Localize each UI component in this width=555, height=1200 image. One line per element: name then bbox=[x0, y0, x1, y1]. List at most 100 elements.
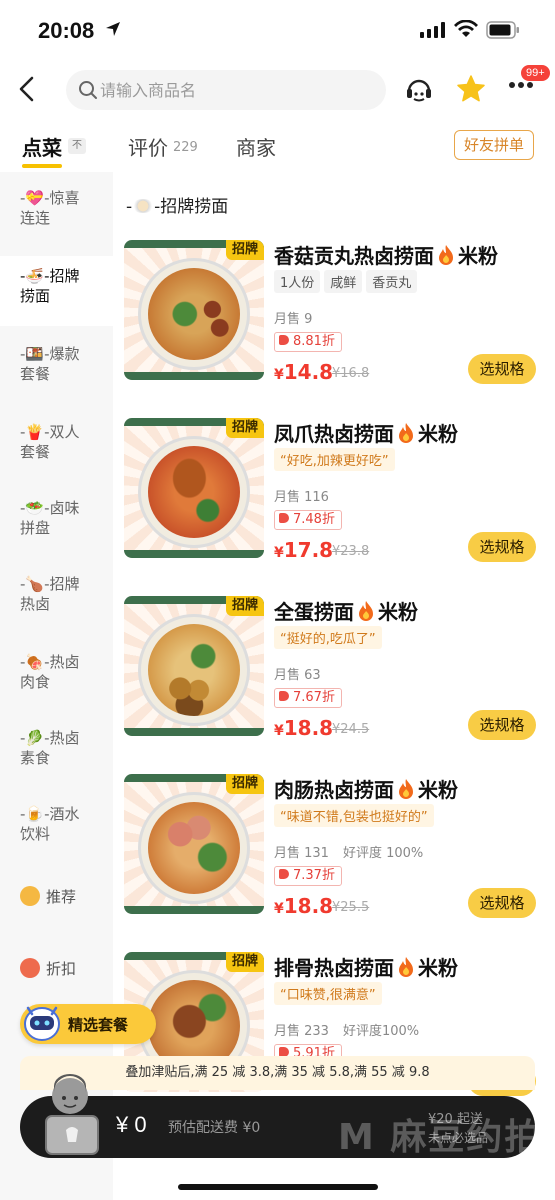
monthly-sales: 月售 116 bbox=[274, 490, 329, 505]
cellular-signal-icon bbox=[420, 22, 445, 38]
signature-badge: 招牌 bbox=[226, 774, 264, 794]
tab-order[interactable]: 点菜 bbox=[22, 132, 62, 161]
review-quote: “好吃,加辣更好吃” bbox=[274, 448, 395, 471]
sidebar-item-label: -🍟-双人 bbox=[20, 423, 80, 441]
tab-review[interactable]: 评价 bbox=[128, 132, 168, 161]
fire-icon bbox=[399, 779, 413, 799]
discount-tag-icon bbox=[279, 335, 289, 345]
sidebar-item-surprise[interactable]: -💝-惊喜 连连 bbox=[0, 188, 113, 244]
original-price: ¥23.8 bbox=[332, 544, 370, 559]
discount-tag-icon bbox=[279, 691, 289, 701]
sidebar-item-signature-noodles[interactable]: -🍜-招牌 捞面 bbox=[0, 256, 113, 326]
pin-top-icon[interactable]: 不 bbox=[68, 138, 86, 154]
product-title: 全蛋捞面 米粉 bbox=[274, 600, 418, 624]
discount-tag: 7.67折 bbox=[274, 688, 342, 708]
robot-mascot-icon bbox=[24, 1006, 60, 1041]
discount-tag: 8.81折 bbox=[274, 332, 342, 352]
product-card[interactable]: 招牌 肉肠热卤捞面 米粉 “味道不错,包装也挺好的” 月售 131 好评度 100%… bbox=[124, 774, 544, 934]
select-spec-button[interactable]: 选规格 bbox=[468, 532, 536, 562]
product-image[interactable]: 招牌 bbox=[124, 774, 264, 914]
cart-mascot-icon[interactable] bbox=[40, 1074, 104, 1158]
customer-service-icon[interactable] bbox=[404, 74, 434, 104]
noodle-bowl-icon bbox=[132, 199, 155, 213]
delivery-fee: 预估配送费 ¥0 bbox=[168, 1120, 261, 1136]
category-sidebar: -💝-惊喜 连连 -🍜-招牌 捞面 -🍱-爆款 套餐 -🍟-双人 套餐 -🥗-卤… bbox=[0, 172, 113, 1200]
original-price: ¥24.5 bbox=[332, 722, 370, 737]
sidebar-item-label: 捞面 bbox=[20, 287, 51, 305]
sidebar-item-label: 拼盘 bbox=[20, 519, 51, 537]
search-box[interactable] bbox=[66, 70, 386, 110]
discount-icon bbox=[20, 958, 40, 978]
original-price: ¥25.5 bbox=[332, 900, 370, 915]
cart-total: ¥ 0 bbox=[116, 1112, 147, 1137]
select-spec-button[interactable]: 选规格 bbox=[468, 354, 536, 384]
more-dots-icon[interactable] bbox=[508, 80, 534, 90]
search-input[interactable] bbox=[100, 79, 370, 101]
select-spec-button[interactable]: 选规格 bbox=[468, 888, 536, 918]
product-card[interactable]: 招牌 凤爪热卤捞面 米粉 “好吃,加辣更好吃” 月售 116 7.48折 ¥17.… bbox=[124, 418, 544, 578]
status-time: 20:08 bbox=[38, 18, 95, 43]
group-order-button[interactable]: 好友拼单 bbox=[454, 130, 534, 160]
review-quote: “味道不错,包装也挺好的” bbox=[274, 804, 434, 827]
product-price: ¥14.8 bbox=[274, 360, 334, 384]
sidebar-item-label: 饮料 bbox=[20, 825, 51, 843]
sidebar-item-label: -🍜-招牌 bbox=[20, 267, 80, 285]
sidebar-item-discount[interactable]: 折扣 bbox=[0, 956, 113, 992]
home-indicator[interactable] bbox=[178, 1184, 378, 1190]
featured-combo-button[interactable]: 精选套餐 bbox=[20, 1004, 156, 1044]
back-arrow-icon[interactable] bbox=[14, 74, 40, 104]
fire-icon bbox=[359, 601, 373, 621]
product-title: 肉肠热卤捞面 米粉 bbox=[274, 778, 458, 802]
product-card[interactable]: 招牌 香菇贡丸热卤捞面 米粉 1人份 咸鲜 香贡丸 月售 9 8.81折 ¥14.8 … bbox=[124, 240, 544, 400]
location-arrow-icon bbox=[106, 22, 120, 36]
product-image[interactable]: 招牌 bbox=[124, 418, 264, 558]
sidebar-item-label: -🍗-招牌 bbox=[20, 575, 80, 593]
status-bar: 20:08 bbox=[0, 0, 555, 60]
section-title-text: -招牌捞面 bbox=[154, 197, 229, 217]
search-icon bbox=[79, 81, 97, 99]
sidebar-item-signature-braised[interactable]: -🍗-招牌 热卤 bbox=[0, 574, 113, 630]
monthly-sales: 月售 233 好评度100% bbox=[274, 1024, 420, 1039]
sidebar-item-hot-combo[interactable]: -🍱-爆款 套餐 bbox=[0, 344, 113, 400]
rating-text: 好评度 100% bbox=[342, 846, 424, 861]
featured-combo-label: 精选套餐 bbox=[68, 1016, 129, 1034]
sidebar-item-recommend[interactable]: 推荐 bbox=[0, 878, 113, 914]
signature-badge: 招牌 bbox=[226, 952, 264, 972]
product-title: 排骨热卤捞面 米粉 bbox=[274, 956, 458, 980]
select-spec-button[interactable]: 选规格 bbox=[468, 710, 536, 740]
original-price: ¥16.8 bbox=[332, 366, 370, 381]
sidebar-item-braised-veg[interactable]: -🥬-热卤 素食 bbox=[0, 728, 113, 784]
product-tag: 咸鲜 bbox=[324, 270, 363, 293]
favorite-star-icon[interactable] bbox=[456, 74, 486, 104]
watermark-text: M 麻豆约拍 bbox=[338, 1117, 543, 1158]
sidebar-item-label: -🍺-酒水 bbox=[20, 805, 80, 823]
wifi-icon bbox=[454, 20, 478, 37]
sidebar-item-braised-platter[interactable]: -🥗-卤味 拼盘 bbox=[0, 498, 113, 554]
rating-text: 好评度100% bbox=[342, 1024, 420, 1039]
sidebar-item-label: 套餐 bbox=[20, 443, 51, 461]
sidebar-item-drinks[interactable]: -🍺-酒水 饮料 bbox=[0, 804, 113, 860]
fire-icon bbox=[439, 245, 453, 265]
sidebar-item-label: 套餐 bbox=[20, 365, 51, 383]
sidebar-item-label: 推荐 bbox=[46, 888, 77, 906]
sidebar-item-label: -🍱-爆款 bbox=[20, 345, 80, 363]
sidebar-item-double-combo[interactable]: -🍟-双人 套餐 bbox=[0, 422, 113, 478]
notification-badge: 99+ bbox=[521, 65, 550, 81]
tab-merchant[interactable]: 商家 bbox=[236, 132, 276, 161]
review-quote: “口味赞,很满意” bbox=[274, 982, 382, 1005]
sidebar-item-label: 素食 bbox=[20, 749, 51, 767]
fire-icon bbox=[399, 957, 413, 977]
sidebar-item-braised-meat[interactable]: -🍖-热卤 肉食 bbox=[0, 652, 113, 708]
monthly-sales: 月售 63 bbox=[274, 668, 321, 683]
discount-tag: 7.48折 bbox=[274, 510, 342, 530]
product-card[interactable]: 招牌 全蛋捞面 米粉 “挺好的,吃瓜了” 月售 63 7.67折 ¥18.8 ¥2… bbox=[124, 596, 544, 756]
product-image[interactable]: 招牌 bbox=[124, 240, 264, 380]
review-quote: “挺好的,吃瓜了” bbox=[274, 626, 382, 649]
product-image[interactable]: 招牌 bbox=[124, 596, 264, 736]
sidebar-item-label: 连连 bbox=[20, 209, 51, 227]
product-tags: 1人份 咸鲜 香贡丸 bbox=[274, 270, 421, 293]
sidebar-item-label: -🍖-热卤 bbox=[20, 653, 80, 671]
sidebar-item-label: -🥗-卤味 bbox=[20, 499, 80, 517]
discount-tag-icon bbox=[279, 513, 289, 523]
discount-tag-icon bbox=[279, 869, 289, 879]
